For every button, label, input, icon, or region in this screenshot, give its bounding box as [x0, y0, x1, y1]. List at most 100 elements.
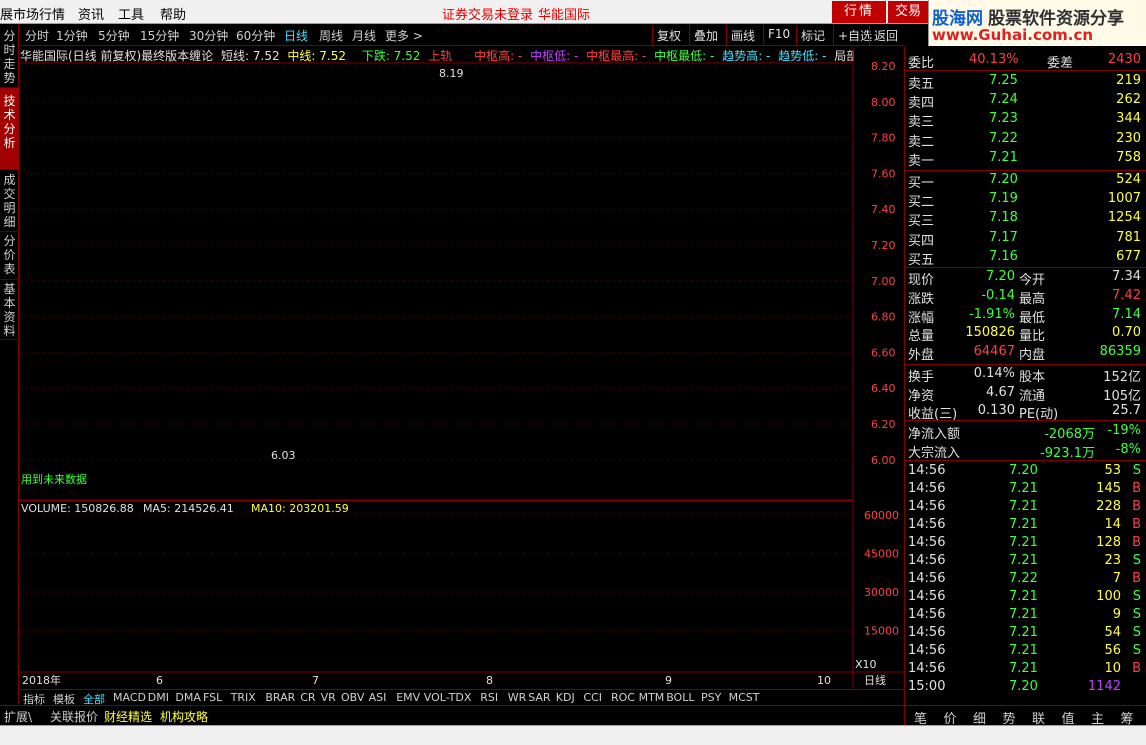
tab-technical[interactable]: 技术分析 — [0, 88, 19, 170]
period-weekly[interactable]: 周线 — [319, 27, 343, 44]
tick-row: 14:56 7.20 53 S — [905, 463, 1146, 481]
kline-chart[interactable]: 8.20 8.00 7.80 7.60 7.40 7.20 7.00 6.80 6.60 6.40… — [19, 47, 904, 689]
adjust-button[interactable]: 复权 — [652, 25, 685, 45]
stat-label: 量比 — [1019, 329, 1046, 345]
x-label-9: 9 — [665, 674, 672, 687]
back-button[interactable]: 返回 — [869, 25, 902, 45]
tick-price: 7.20 — [1009, 463, 1038, 478]
period-daily[interactable]: 日线 — [284, 27, 308, 44]
tick-row: 15:00 7.20 1142 — [905, 679, 1146, 697]
stat-value: 86359 — [1099, 344, 1141, 360]
flow-value: -923.1万 — [1040, 445, 1095, 461]
menu-help[interactable]: 帮助 — [160, 4, 186, 23]
tab-expand[interactable]: 扩展\ — [4, 708, 32, 725]
logo-url: www.Guhai.com.cn — [932, 26, 1094, 44]
low-price-label: 6.03 — [271, 449, 296, 462]
left-tab-strip: 分时走势 技术分析 成交明细 分价表 基本资料 — [0, 24, 19, 704]
period-30min[interactable]: 30分钟 — [189, 27, 228, 44]
ask-row: 卖二 7.22 230 — [905, 131, 1146, 150]
indicator-tab[interactable]: VR — [321, 691, 336, 704]
bid-price: 7.16 — [989, 248, 1018, 264]
tab-price-table[interactable]: 分价表 — [0, 232, 19, 280]
price-tick-label: 8.00 — [871, 96, 896, 109]
volume-title: VOLUME: 150826.88 — [21, 502, 134, 515]
indicator-tab[interactable]: MACD — [113, 691, 146, 704]
period-more[interactable]: 更多 > — [385, 27, 423, 44]
menu-info[interactable]: 资讯 — [78, 4, 104, 23]
broker-link[interactable]: 华能国际 — [538, 4, 590, 23]
bid-volume: 781 — [1116, 229, 1141, 245]
period-intraday[interactable]: 分时 — [25, 27, 49, 44]
price-tick-label: 7.20 — [871, 239, 896, 252]
period-monthly[interactable]: 月线 — [352, 27, 376, 44]
ask-label: 卖三 — [908, 115, 935, 131]
mark-button[interactable]: 标记 — [796, 25, 829, 45]
period-60min[interactable]: 60分钟 — [236, 27, 275, 44]
indicator-tab[interactable]: PSY — [701, 691, 721, 704]
indicator-tab[interactable]: SAR — [528, 691, 550, 704]
price-tick-label: 8.20 — [871, 60, 896, 73]
indicator-tab[interactable]: CCI — [583, 691, 602, 704]
bid-price: 7.19 — [989, 191, 1018, 207]
ask-row: 卖一 7.21 758 — [905, 150, 1146, 169]
stat-label: 股本 — [1019, 370, 1046, 385]
stat-label: 外盘 — [908, 348, 935, 364]
stat-value: -1.91% — [969, 306, 1015, 322]
stat-value: 7.14 — [1112, 306, 1141, 322]
price-tick-label: 7.00 — [871, 275, 896, 288]
tab-finance-picks[interactable]: 财经精选 — [104, 708, 152, 725]
tab-related-quotes[interactable]: 关联报价 — [50, 708, 98, 725]
volume-ma5: MA5: 214526.41 — [143, 502, 234, 515]
period-1min[interactable]: 1分钟 — [56, 27, 88, 44]
indicator-tab[interactable]: KDJ — [556, 691, 575, 704]
tick-time: 14:56 — [908, 607, 946, 622]
period-15min[interactable]: 15分钟 — [140, 27, 179, 44]
indicator-tab[interactable]: CR — [300, 691, 315, 704]
indicator-tab[interactable]: ROC — [611, 691, 635, 704]
trade-status-link[interactable]: 证券交易未登录 — [442, 4, 533, 23]
tab-intraday[interactable]: 分时走势 — [0, 26, 19, 88]
indicator-tab[interactable]: EMV — [396, 691, 420, 704]
indicator-tab[interactable]: BOLL — [666, 691, 694, 704]
indicator-tab[interactable]: RSI — [480, 691, 498, 704]
stat-row: 外盘 64467 内盘 86359 — [905, 344, 1146, 364]
tab-trade-detail[interactable]: 成交明细 — [0, 170, 19, 232]
price-tick-label: 7.40 — [871, 203, 896, 216]
draw-button[interactable]: 画线 — [726, 25, 759, 45]
stat-value: 152亿 — [1103, 370, 1141, 385]
overlay-button[interactable]: 叠加 — [689, 25, 722, 45]
tick-time: 14:56 — [908, 499, 946, 514]
tab-market[interactable]: 行情 — [832, 1, 886, 23]
order-diff-label: 委差 — [1047, 56, 1074, 71]
tick-volume: 23 — [1104, 553, 1121, 568]
period-toolbar: 分时 1分钟 5分钟 15分钟 30分钟 60分钟 日线 周线 月线 更多 > … — [19, 24, 904, 46]
tick-volume: 54 — [1104, 625, 1121, 640]
indicator-tab[interactable]: TRIX — [231, 691, 256, 704]
indicator-tab[interactable]: OBV — [341, 691, 364, 704]
tab-institution-strategy[interactable]: 机构攻略 — [160, 708, 208, 725]
tab-fundamentals[interactable]: 基本资料 — [0, 280, 19, 340]
indicator-tab[interactable]: MCST — [729, 691, 760, 704]
price-tick-label: 6.20 — [871, 418, 896, 431]
indicator-tab[interactable]: BRAR — [265, 691, 295, 704]
indicator-tab[interactable]: MTM — [639, 691, 665, 704]
bid-label: 买四 — [908, 233, 935, 249]
tick-side: S — [1132, 607, 1141, 622]
f10-button[interactable]: F10 — [763, 25, 794, 45]
tab-trade[interactable]: 交易 — [888, 1, 928, 23]
stat-value: 7.34 — [1112, 269, 1141, 284]
indicator-tab[interactable]: ASI — [369, 691, 387, 704]
period-5min[interactable]: 5分钟 — [98, 27, 130, 44]
indicator-tab[interactable]: WR — [508, 691, 527, 704]
stat-value: 7.42 — [1112, 287, 1141, 303]
menu-tools[interactable]: 工具 — [118, 4, 144, 23]
stat-label: 流通 — [1019, 388, 1046, 404]
indicator-tab[interactable]: DMA — [175, 691, 201, 704]
flow-percent: -19% — [1107, 423, 1141, 438]
indicator-tab[interactable]: VOL-TDX — [424, 691, 472, 704]
bid-label: 买一 — [908, 176, 935, 191]
indicator-tab[interactable]: FSL — [203, 691, 222, 704]
indicator-tab[interactable]: DMI — [148, 691, 169, 704]
bid-price: 7.20 — [989, 172, 1018, 187]
tick-volume: 228 — [1096, 499, 1121, 514]
